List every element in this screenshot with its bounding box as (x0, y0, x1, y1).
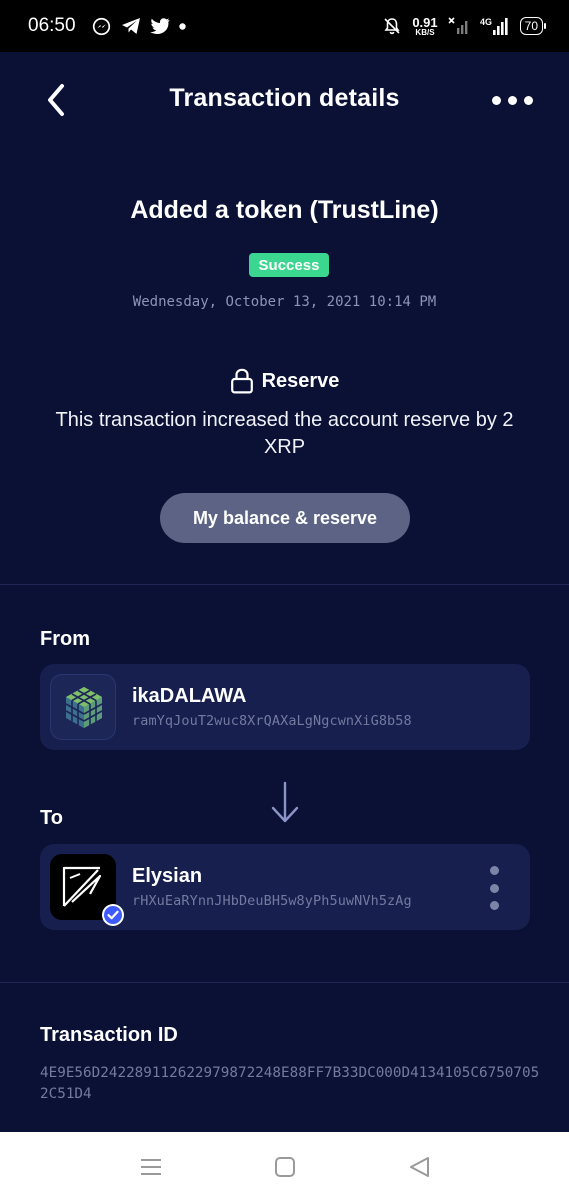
network-speed: 0.91 KB/S (412, 16, 437, 37)
transaction-id-value[interactable]: 4E9E56D242289112622979872248E88FF7B33DC0… (40, 1063, 540, 1105)
system-navigation-bar (0, 1132, 569, 1200)
bell-off-icon (382, 16, 402, 36)
transaction-date: Wednesday, October 13, 2021 10:14 PM (132, 294, 437, 310)
reserve-description: This transaction increased the account r… (55, 409, 514, 458)
page-title: Transaction details (169, 84, 400, 112)
lock-icon (230, 368, 253, 394)
square-icon (275, 1157, 295, 1177)
more-options-button[interactable] (492, 90, 536, 110)
verified-badge-icon (102, 904, 124, 926)
to-label: To (40, 807, 63, 829)
transaction-details-screen: Transaction details Added a token (Trust… (0, 52, 569, 1132)
divider (0, 584, 569, 585)
svg-text:4G: 4G (480, 17, 492, 27)
menu-lines-icon (141, 1159, 161, 1175)
more-vertical-icon-dot (489, 883, 499, 893)
balance-reserve-button[interactable]: My balance & reserve (160, 493, 410, 543)
home-button[interactable] (272, 1154, 298, 1180)
signal-4g-icon: 4G (480, 16, 510, 36)
more-vertical-icon-dot (489, 901, 499, 910)
notification-dot-icon (179, 16, 187, 36)
network-speed-unit: KB/S (415, 27, 435, 37)
triangle-back-icon (410, 1157, 429, 1177)
to-account-card[interactable]: Elysian rHXuEaRYnnJHbDeuBH5w8yPh5uwNVh5z… (40, 844, 530, 930)
reserve-heading: Reserve (0, 368, 569, 394)
transaction-id-label: Transaction ID (40, 1024, 178, 1046)
from-account-card[interactable]: ikaDALAWA ramYqJouT2wuc8XrQAXaLgNgcwnXiG… (40, 664, 530, 750)
from-account-avatar (50, 674, 116, 740)
status-badge: Success (249, 253, 329, 277)
battery-indicator: 70 (519, 17, 547, 35)
from-account-address: ramYqJouT2wuc8XrQAXaLgNgcwnXiG8b58 (132, 713, 412, 729)
arrow-down-icon (271, 781, 299, 823)
recent-apps-button[interactable] (138, 1154, 164, 1180)
to-account-more-button[interactable] (484, 866, 504, 910)
to-account-name: Elysian (132, 865, 203, 887)
transaction-type-title: Added a token (TrustLine) (130, 196, 439, 224)
status-time: 06:50 (28, 15, 76, 36)
status-right-icons: 0.91 KB/S 4G 70 (382, 16, 547, 37)
network-speed-value: 0.91 (412, 14, 438, 30)
from-label: From (40, 628, 90, 650)
divider (0, 982, 569, 983)
more-horizontal-icon-dot (508, 95, 517, 105)
signal-x-icon (448, 16, 470, 36)
back-nav-button[interactable] (406, 1154, 432, 1180)
from-account-name: ikaDALAWA (132, 685, 247, 707)
to-account-address: rHXuEaRYnnJHbDeuBH5w8yPh5uwNVh5zAg (132, 893, 412, 909)
header: Transaction details (0, 52, 569, 148)
reserve-label: Reserve (261, 369, 340, 392)
status-bar: 06:50 0.91 KB/S 4G 70 (0, 0, 569, 52)
more-horizontal-icon-dot (492, 95, 501, 105)
more-vertical-icon-dot (489, 866, 499, 875)
cube-logo-icon (65, 687, 103, 728)
twitter-icon (149, 16, 170, 36)
status-left-icons (92, 16, 187, 36)
telegram-icon (121, 16, 141, 36)
messenger-icon (92, 16, 112, 36)
more-horizontal-icon-dot (524, 95, 533, 105)
